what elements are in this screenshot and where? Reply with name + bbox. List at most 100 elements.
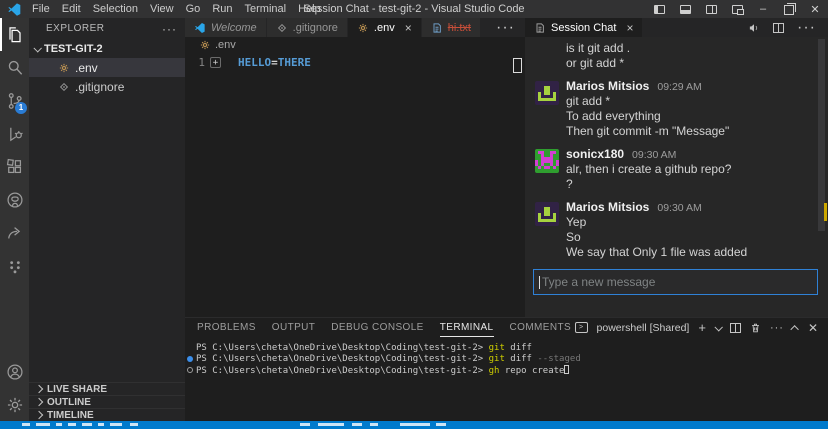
activity-extensions-icon[interactable]	[0, 150, 29, 183]
panel-tab-output[interactable]: OUTPUT	[272, 318, 316, 337]
overview-ruler-mark	[513, 58, 522, 73]
close-tab-icon[interactable]: ×	[626, 21, 633, 35]
file-row-gitignore[interactable]: .gitignore	[29, 77, 185, 96]
terminal-output[interactable]: PS C:\Users\cheta\OneDrive\Desktop\Codin…	[185, 337, 828, 376]
minimize-button[interactable]: –	[750, 0, 776, 18]
panel-tab-terminal[interactable]: TERMINAL	[440, 318, 494, 337]
panel-tab-problems[interactable]: PROBLEMS	[197, 318, 256, 337]
message-header: Marios Mitsios09:30 AM	[566, 200, 806, 215]
line-number: 1	[185, 56, 205, 69]
gutter-plus-button[interactable]: +	[210, 57, 221, 68]
status-item-clipped	[110, 423, 122, 426]
message-line: Yep	[566, 215, 806, 230]
sidebar-section-timeline[interactable]: TIMELINE	[29, 408, 185, 421]
folder-row-test-git-2[interactable]: TEST-GIT-2	[29, 39, 185, 58]
layout-sidebar-right-icon[interactable]	[698, 0, 724, 18]
activity-github-icon[interactable]	[0, 183, 29, 216]
message-timestamp: 09:30 AM	[657, 202, 701, 214]
status-item-clipped	[436, 423, 446, 426]
panel-more-actions-icon[interactable]: ···	[770, 322, 784, 334]
message-line: is it git add .	[566, 41, 806, 56]
menu-item-help[interactable]: Help	[292, 0, 327, 18]
message-timestamp: 09:30 AM	[632, 149, 676, 161]
explorer-sidebar: EXPLORER ··· TEST-GIT-2 .env.gitignore L…	[29, 18, 185, 421]
split-terminal-icon[interactable]	[730, 323, 741, 333]
tab-label: .env	[374, 22, 395, 34]
activity-run-debug-icon[interactable]	[0, 117, 29, 150]
chat-message: sonicx18009:30 AMalr, then i create a gi…	[535, 147, 806, 192]
file-row-env[interactable]: .env	[29, 58, 185, 77]
tab-gitignore[interactable]: .gitignore	[267, 18, 348, 37]
terminal-command: gh	[489, 366, 500, 376]
message-line: ?	[566, 177, 806, 192]
close-button[interactable]: ✕	[802, 0, 828, 18]
status-item-clipped	[56, 423, 62, 426]
menu-item-view[interactable]: View	[144, 0, 180, 18]
account-icon[interactable]	[0, 355, 29, 388]
message-line: or git add *	[566, 56, 806, 71]
chat-message-input[interactable]	[540, 274, 817, 290]
menu-item-terminal[interactable]: Terminal	[239, 0, 293, 18]
sidebar-section-outline[interactable]: OUTLINE	[29, 395, 185, 408]
explorer-more-actions-icon[interactable]: ···	[162, 22, 177, 36]
avatar	[535, 202, 559, 226]
terminal-instance-label[interactable]: powershell [Shared]	[597, 322, 690, 334]
code-text: HELLO=THERE	[238, 56, 311, 69]
restore-button[interactable]	[776, 0, 802, 18]
kill-terminal-icon[interactable]	[750, 322, 761, 334]
close-panel-icon[interactable]: ✕	[808, 321, 818, 335]
menu-bar: FileEditSelectionViewGoRunTerminalHelp	[26, 0, 327, 18]
layout-panel-icon[interactable]	[672, 0, 698, 18]
tab-session-chat[interactable]: Session Chat ×	[525, 18, 643, 37]
activity-remote-explorer-icon[interactable]	[0, 249, 29, 282]
message-author: Marios Mitsios	[566, 79, 649, 93]
activity-search-icon[interactable]	[0, 51, 29, 84]
status-item-clipped	[82, 423, 92, 426]
activity-source-control-icon[interactable]: 1	[0, 84, 29, 117]
terminal-args: diff	[505, 354, 532, 364]
breadcrumb[interactable]: .env	[185, 37, 525, 53]
message-header: Marios Mitsios 09:29 AM	[566, 79, 806, 94]
sidebar-section-live-share[interactable]: LIVE SHARE	[29, 382, 185, 395]
message-timestamp: 09:29 AM	[657, 81, 701, 93]
menu-item-run[interactable]: Run	[206, 0, 238, 18]
more-actions-icon[interactable]: ···	[797, 19, 816, 37]
avatar	[535, 149, 559, 173]
terminal-command: git	[489, 343, 505, 353]
tab-env[interactable]: .env ×	[348, 18, 422, 37]
avatar	[535, 81, 559, 105]
terminal-dropdown-icon[interactable]	[714, 323, 722, 331]
status-bar[interactable]	[0, 421, 828, 429]
sidebar-title: EXPLORER	[46, 23, 104, 34]
audio-cue-speaker-icon[interactable]	[748, 22, 760, 34]
tab-hi.txt[interactable]: hi.txt	[422, 18, 481, 37]
title-bar: FileEditSelectionViewGoRunTerminalHelp S…	[0, 0, 828, 18]
maximize-panel-icon[interactable]	[790, 325, 798, 333]
panel-tab-comments[interactable]: COMMENTS	[510, 318, 572, 337]
tab-welcome[interactable]: Welcome	[185, 18, 267, 37]
panel-tab-debug-console[interactable]: DEBUG CONSOLE	[331, 318, 423, 337]
activity-explorer-icon[interactable]	[0, 18, 29, 51]
layout-sidebar-left-icon[interactable]	[646, 0, 672, 18]
customize-layout-icon[interactable]	[724, 0, 750, 18]
menu-item-selection[interactable]: Selection	[87, 0, 144, 18]
code-editor[interactable]: 1 + HELLO=THERE	[185, 53, 525, 317]
settings-gear-icon[interactable]	[0, 388, 29, 421]
section-label: LIVE SHARE	[47, 384, 107, 395]
menu-item-file[interactable]: File	[26, 0, 56, 18]
split-editor-icon[interactable]	[773, 23, 784, 33]
message-line: alr, then i create a github repo?	[566, 162, 806, 177]
chat-message: is it git add .or git add *	[535, 41, 806, 71]
tab-label: Session Chat	[551, 22, 616, 34]
new-terminal-icon[interactable]: +	[698, 320, 706, 335]
menu-item-edit[interactable]: Edit	[56, 0, 87, 18]
status-item-clipped	[352, 423, 362, 426]
activity-live-share-icon[interactable]	[0, 216, 29, 249]
code-line-1: 1 + HELLO=THERE	[185, 54, 525, 70]
close-tab-icon[interactable]: ×	[405, 21, 412, 35]
chevron-right-icon	[35, 385, 43, 393]
editor-actions-more-icon[interactable]: ···	[486, 18, 525, 37]
message-line: To add everything	[566, 109, 806, 124]
gear-file-icon	[357, 22, 369, 34]
menu-item-go[interactable]: Go	[180, 0, 207, 18]
